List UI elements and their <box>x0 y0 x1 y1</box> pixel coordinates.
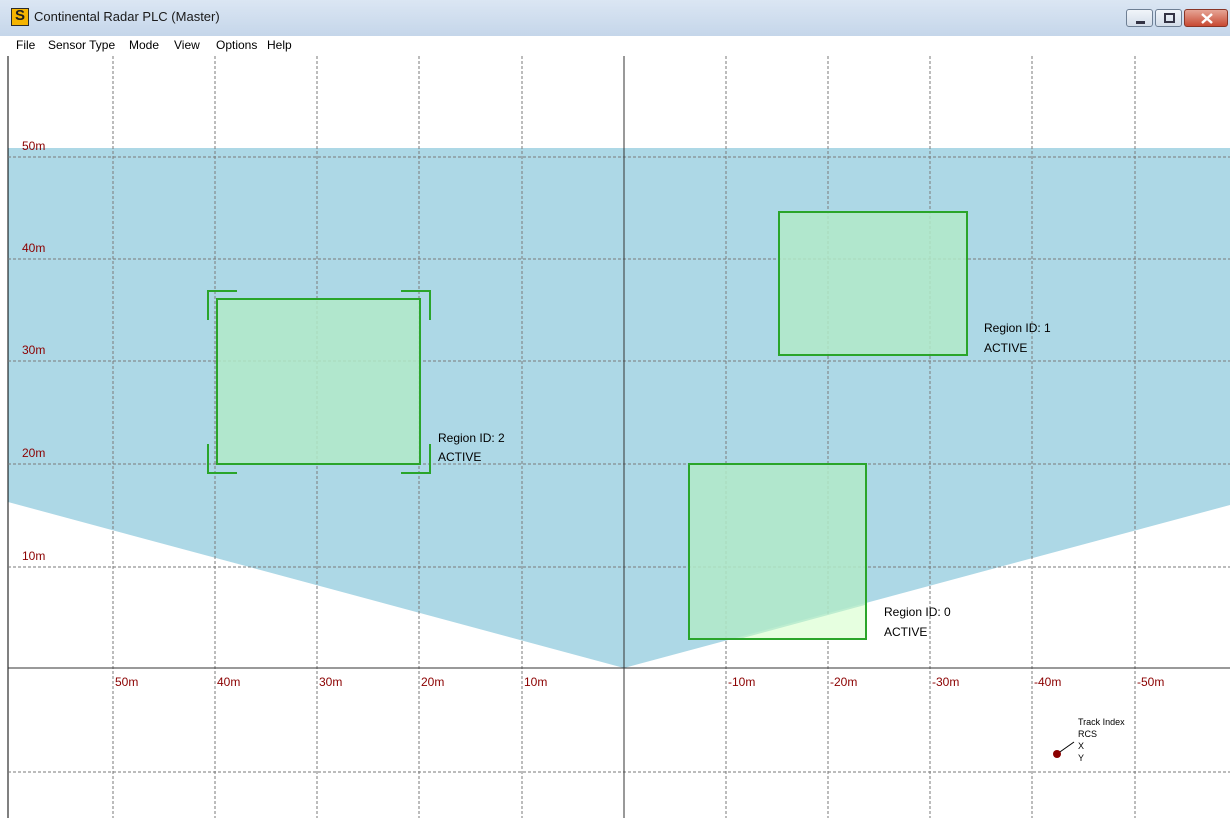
region-1-id-label: Region ID: 1 <box>984 321 1051 335</box>
app-logo-icon[interactable]: S <box>11 7 29 26</box>
x-tick-label: -10m <box>728 675 755 689</box>
application-window: S Continental Radar PLC (Master) File Se… <box>0 0 1230 818</box>
region-2-id-label: Region ID: 2 <box>438 431 505 445</box>
region-0-id-label: Region ID: 0 <box>884 605 951 619</box>
menu-mode[interactable]: Mode <box>129 38 159 52</box>
minimize-button[interactable] <box>1126 9 1153 27</box>
radar-view[interactable]: 50m 40m 30m 20m 10m 50m 40m 30m 20m 10m … <box>0 56 1230 818</box>
maximize-button[interactable] <box>1155 9 1182 27</box>
menu-options[interactable]: Options <box>216 38 257 52</box>
y-tick-label: 30m <box>22 343 45 357</box>
radar-canvas[interactable]: 50m 40m 30m 20m 10m 50m 40m 30m 20m 10m … <box>0 56 1230 818</box>
x-tick-label: 20m <box>421 675 444 689</box>
track-legend-rcs: RCS <box>1078 729 1097 739</box>
track-dot-icon[interactable] <box>1053 750 1061 758</box>
track-marker[interactable]: Track Index RCS X Y <box>1053 717 1125 763</box>
x-tick-label: -40m <box>1034 675 1061 689</box>
region-0-status: ACTIVE <box>884 625 927 639</box>
coverage-area <box>8 148 1230 668</box>
menu-help[interactable]: Help <box>267 38 292 52</box>
x-tick-label: 10m <box>524 675 547 689</box>
y-tick-label: 20m <box>22 446 45 460</box>
x-tick-label: -30m <box>932 675 959 689</box>
region-1-status: ACTIVE <box>984 341 1027 355</box>
x-tick-label: -20m <box>830 675 857 689</box>
y-tick-label: 40m <box>22 241 45 255</box>
title-bar[interactable]: S Continental Radar PLC (Master) <box>0 0 1230 37</box>
y-tick-label: 10m <box>22 549 45 563</box>
window-title: Continental Radar PLC (Master) <box>34 9 220 24</box>
x-tick-label: 30m <box>319 675 342 689</box>
minimize-icon <box>1136 21 1145 24</box>
menu-bar: File Sensor Type Mode View Options Help <box>0 36 1230 56</box>
close-button[interactable] <box>1184 9 1228 27</box>
menu-sensor-type[interactable]: Sensor Type <box>48 38 115 52</box>
menu-view[interactable]: View <box>174 38 200 52</box>
region-2-status: ACTIVE <box>438 450 481 464</box>
x-tick-label: 50m <box>115 675 138 689</box>
track-legend-index: Track Index <box>1078 717 1125 727</box>
track-legend-x: X <box>1078 741 1084 751</box>
menu-file[interactable]: File <box>16 38 35 52</box>
close-icon <box>1201 13 1213 24</box>
x-tick-label: 40m <box>217 675 240 689</box>
region-1-rect[interactable] <box>778 211 968 356</box>
y-tick-label: 50m <box>22 139 45 153</box>
maximize-icon <box>1164 13 1175 23</box>
x-tick-label: -50m <box>1137 675 1164 689</box>
region-2-rect[interactable] <box>216 298 421 465</box>
track-legend-y: Y <box>1078 753 1084 763</box>
